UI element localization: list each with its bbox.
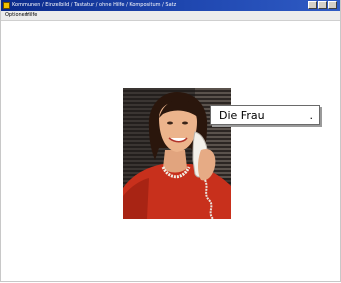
title-bar[interactable]: Kommunen / Einzelbild / Tastatur / ohne …: [1, 0, 340, 11]
menu-hilfe[interactable]: Hilfe: [26, 11, 37, 20]
menu-optionen[interactable]: Optionen: [5, 11, 28, 20]
window-controls: [308, 1, 337, 10]
sentence-text: Die Frau: [219, 109, 265, 122]
minimize-button[interactable]: [308, 1, 317, 9]
close-button[interactable]: [328, 1, 337, 9]
sentence-period: .: [309, 109, 314, 122]
app-icon[interactable]: [3, 2, 10, 9]
menu-bar: Optionen Hilfe: [1, 11, 340, 21]
window-title: Kommunen / Einzelbild / Tastatur / ohne …: [12, 2, 177, 8]
app-window: Kommunen / Einzelbild / Tastatur / ohne …: [0, 0, 341, 282]
sentence-input-box[interactable]: Die Frau .: [210, 105, 320, 125]
maximize-button[interactable]: [318, 1, 327, 9]
